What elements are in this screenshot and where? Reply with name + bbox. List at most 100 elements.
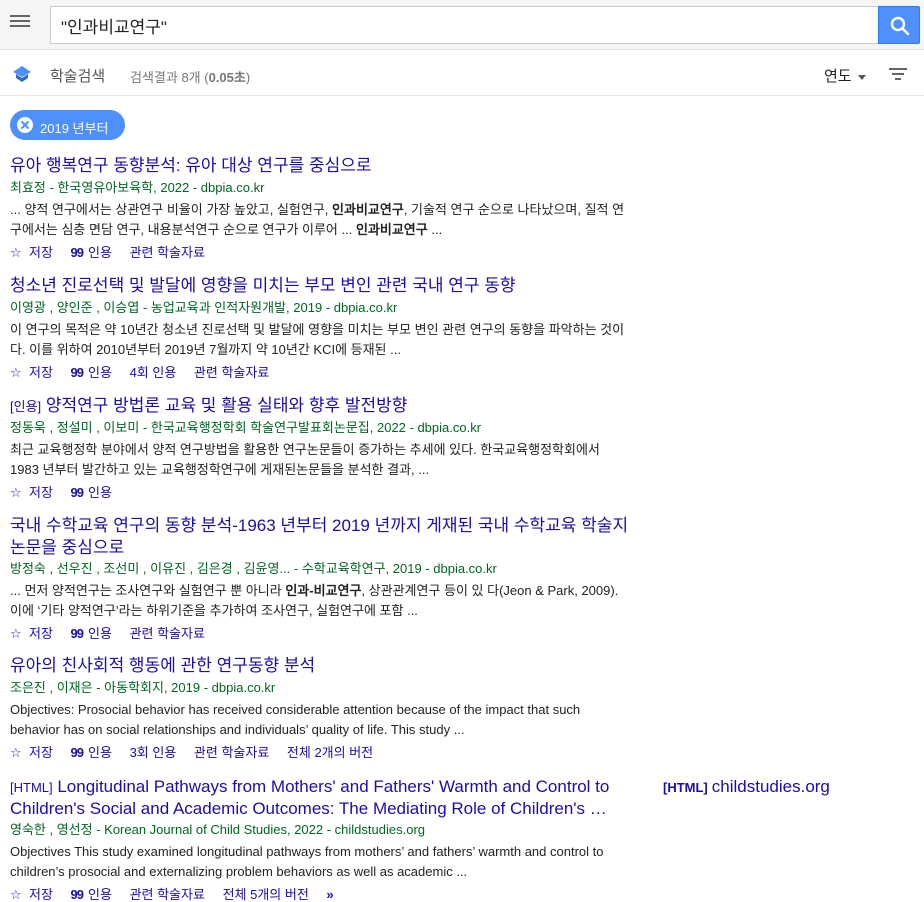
snippet-text: Objectives: Prosocial behavior has recei… bbox=[10, 702, 581, 737]
cite-button[interactable]: 99 인용 bbox=[71, 745, 112, 760]
side-link-tag: [HTML] bbox=[663, 780, 708, 795]
snippet-text: ... 먼저 양적연구는 조사연구와 실험연구 뿐 아니라 bbox=[10, 583, 286, 598]
save-button[interactable]: ☆ 저장 bbox=[10, 887, 53, 902]
cite-button[interactable]: 99 인용 bbox=[71, 245, 112, 260]
search-button[interactable] bbox=[878, 6, 920, 44]
cite-button[interactable]: 99 인용 bbox=[71, 626, 112, 641]
result-actions: ☆ 저장 99 인용 bbox=[10, 484, 630, 502]
quote-icon: 99 bbox=[70, 245, 85, 260]
more-options-icon[interactable]: » bbox=[326, 887, 333, 902]
result-item: [인용] 양적연구 방법론 교육 및 활용 실태와 향후 발전방향 정동욱 , … bbox=[10, 395, 630, 502]
cite-button[interactable]: 99 인용 bbox=[71, 365, 112, 380]
related-articles-link[interactable]: 관련 학술자료 bbox=[130, 245, 205, 260]
result-meta: 영숙한 , 영선정 - Korean Journal of Child Stud… bbox=[10, 822, 426, 837]
snippet-highlight: 인과-비교연구 bbox=[285, 583, 362, 598]
scholar-logo-icon[interactable] bbox=[12, 65, 32, 83]
result-tag: [인용] bbox=[10, 399, 42, 414]
save-label: 저장 bbox=[29, 626, 53, 641]
star-icon: ☆ bbox=[10, 485, 22, 500]
result-count-suffix: ) bbox=[245, 70, 251, 85]
year-sort-label: 연도 bbox=[824, 68, 852, 85]
quote-icon: 99 bbox=[70, 365, 85, 380]
all-versions-link[interactable]: 전체 5개의 버전 bbox=[223, 887, 309, 902]
star-icon: ☆ bbox=[10, 745, 22, 760]
cite-label: 인용 bbox=[88, 245, 112, 260]
result-actions: ☆ 저장 99 인용 관련 학술자료 전체 5개의 버전 » bbox=[10, 886, 630, 902]
snippet-text: Objectives This study examined longitudi… bbox=[10, 844, 604, 879]
snippet-highlight: 인과비교연구 bbox=[332, 202, 404, 217]
result-title: 양적연구 방법론 교육 및 활용 실태와 향후 발전방향 bbox=[41, 396, 408, 415]
cite-label: 인용 bbox=[88, 485, 112, 500]
search-input[interactable] bbox=[50, 6, 878, 44]
cite-button[interactable]: 99 인용 bbox=[71, 485, 112, 500]
snippet-text: 이 연구의 목적은 약 10년간 청소년 진로선택 및 발달에 영향을 미치는 … bbox=[10, 322, 625, 357]
snippet-text: ... bbox=[427, 222, 443, 237]
result-item: 유아 행복연구 동향분석: 유아 대상 연구를 중심으로 최효정 - 한국영유아… bbox=[10, 155, 630, 262]
result-title-link[interactable]: 유아 행복연구 동향분석: 유아 대상 연구를 중심으로 bbox=[10, 155, 630, 177]
result-title: 청소년 진로선택 및 발달에 영향을 미치는 부모 변인 관련 국내 연구 동향 bbox=[10, 276, 516, 295]
result-snippet: ... 양적 연구에서는 상관연구 비율이 가장 높았고, 실험연구, 인과비교… bbox=[10, 200, 630, 240]
result-item: [HTML] Longitudinal Pathways from Mother… bbox=[10, 776, 630, 902]
save-button[interactable]: ☆ 저장 bbox=[10, 745, 53, 760]
menu-icon[interactable] bbox=[10, 12, 32, 34]
save-label: 저장 bbox=[29, 745, 53, 760]
top-bar bbox=[0, 0, 924, 50]
result-snippet: 최근 교육행정학 분야에서 양적 연구방법을 활용한 연구논문들이 증가하는 추… bbox=[10, 440, 630, 480]
save-button[interactable]: ☆ 저장 bbox=[10, 245, 53, 260]
caret-down-icon bbox=[857, 74, 866, 80]
result-title-link[interactable]: 청소년 진로선택 및 발달에 영향을 미치는 부모 변인 관련 국내 연구 동향 bbox=[10, 275, 630, 297]
quote-icon: 99 bbox=[70, 485, 85, 500]
filter-icon[interactable] bbox=[888, 66, 908, 82]
cited-by-link[interactable]: 3회 인용 bbox=[130, 745, 177, 760]
related-articles-link[interactable]: 관련 학술자료 bbox=[130, 887, 205, 902]
all-versions-link[interactable]: 전체 2개의 버전 bbox=[287, 745, 373, 760]
snippet-highlight: 인과비교연구 bbox=[355, 222, 428, 237]
cite-button[interactable]: 99 인용 bbox=[71, 887, 112, 902]
side-link-label: childstudies.org bbox=[711, 777, 830, 796]
save-label: 저장 bbox=[29, 485, 53, 500]
quote-icon: 99 bbox=[70, 626, 85, 641]
year-sort-dropdown[interactable]: 연도 bbox=[824, 65, 866, 86]
snippet-text: 최근 교육행정학 분야에서 양적 연구방법을 활용한 연구논문들이 증가하는 추… bbox=[10, 442, 600, 477]
result-meta: 정동욱 , 정설미 , 이보미 - 한국교육행정학회 학술연구발표회논문집, 2… bbox=[10, 420, 482, 435]
fulltext-side-link[interactable]: [HTML] childstudies.org bbox=[663, 777, 830, 797]
related-articles-link[interactable]: 관련 학술자료 bbox=[194, 365, 269, 380]
related-articles-link[interactable]: 관련 학술자료 bbox=[194, 745, 269, 760]
cite-label: 인용 bbox=[88, 626, 112, 641]
result-snippet: Objectives This study examined longitudi… bbox=[10, 842, 630, 882]
scholar-label[interactable]: 학술검색 bbox=[50, 65, 105, 86]
save-button[interactable]: ☆ 저장 bbox=[10, 626, 53, 641]
cite-label: 인용 bbox=[88, 887, 112, 902]
result-meta: 조은진 , 이재은 - 아동학회지, 2019 - dbpia.co.kr bbox=[10, 680, 276, 695]
result-title-link[interactable]: [인용] 양적연구 방법론 교육 및 활용 실태와 향후 발전방향 bbox=[10, 395, 630, 417]
result-meta: 이영광 , 양인준 , 이승엽 - 농업교육과 인적자원개발, 2019 - d… bbox=[10, 300, 398, 315]
result-count-time: 0.05초 bbox=[208, 70, 246, 85]
close-icon[interactable] bbox=[17, 117, 33, 133]
result-meta: 방정숙 , 선우진 , 조선미 , 이유진 , 김은경 , 김윤영... - 수… bbox=[10, 561, 497, 576]
result-item: 유아의 친사회적 행동에 관한 연구동향 분석 조은진 , 이재은 - 아동학회… bbox=[10, 655, 630, 762]
result-title: Longitudinal Pathways from Mothers' and … bbox=[10, 777, 610, 818]
result-title-link[interactable]: [HTML] Longitudinal Pathways from Mother… bbox=[10, 776, 630, 819]
result-title-link[interactable]: 유아의 친사회적 행동에 관한 연구동향 분석 bbox=[10, 655, 630, 677]
save-button[interactable]: ☆ 저장 bbox=[10, 485, 53, 500]
result-item: 청소년 진로선택 및 발달에 영향을 미치는 부모 변인 관련 국내 연구 동향… bbox=[10, 275, 630, 382]
result-tag: [HTML] bbox=[10, 780, 53, 795]
cited-by-link[interactable]: 4회 인용 bbox=[130, 365, 177, 380]
result-count-prefix: 검색결과 8개 ( bbox=[130, 70, 209, 85]
result-snippet: 이 연구의 목적은 약 10년간 청소년 진로선택 및 발달에 영향을 미치는 … bbox=[10, 320, 630, 360]
save-label: 저장 bbox=[29, 887, 53, 902]
result-meta: 최효정 - 한국영유아보육학, 2022 - dbpia.co.kr bbox=[10, 180, 265, 195]
quote-icon: 99 bbox=[70, 745, 85, 760]
year-filter-chip-label: 2019 년부터 bbox=[40, 121, 109, 136]
snippet-text: ... 양적 연구에서는 상관연구 비율이 가장 높았고, 실험연구, bbox=[10, 202, 333, 217]
result-item: 국내 수학교육 연구의 동향 분석-1963 년부터 2019 년까지 게재된 … bbox=[10, 515, 630, 643]
related-articles-link[interactable]: 관련 학술자료 bbox=[130, 626, 205, 641]
star-icon: ☆ bbox=[10, 245, 22, 260]
search-icon bbox=[890, 16, 910, 36]
result-title-link[interactable]: 국내 수학교육 연구의 동향 분석-1963 년부터 2019 년까지 게재된 … bbox=[10, 515, 630, 558]
year-filter-chip[interactable]: 2019 년부터 bbox=[10, 110, 125, 140]
result-actions: ☆ 저장 99 인용 관련 학술자료 bbox=[10, 244, 630, 262]
star-icon: ☆ bbox=[10, 626, 22, 641]
save-button[interactable]: ☆ 저장 bbox=[10, 365, 53, 380]
save-label: 저장 bbox=[29, 245, 53, 260]
